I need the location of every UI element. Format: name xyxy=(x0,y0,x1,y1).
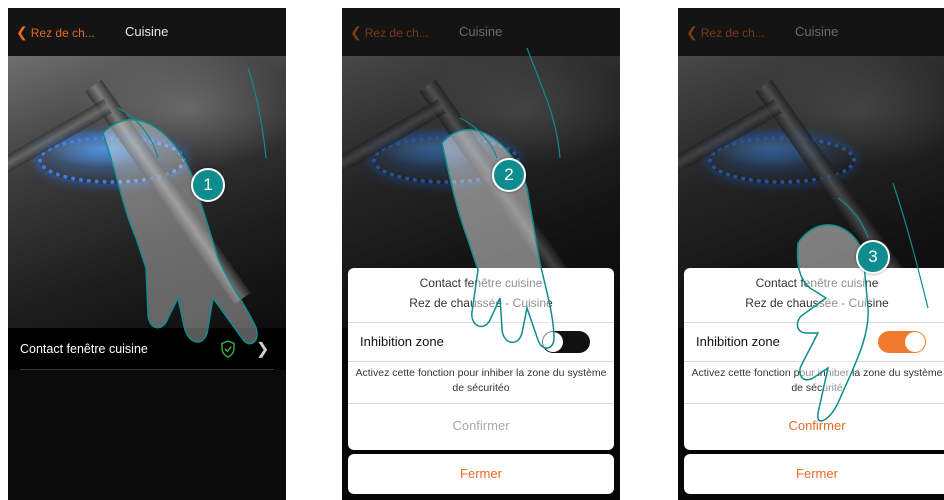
phone-screen-2: ❮ Rez de ch... Cuisine Contact fenêtre cu… xyxy=(342,8,620,500)
close-button[interactable]: Fermer xyxy=(684,454,944,494)
step-number-badge: 3 xyxy=(856,240,890,274)
close-button[interactable]: Fermer xyxy=(348,454,614,494)
inhibition-dialog: Contact fenêtre cuisine Rez de chaussée … xyxy=(348,268,614,450)
phone-screen-3: ❮ Rez de ch... Cuisine Contact fenêtre cu… xyxy=(678,8,944,500)
page-title: Cuisine xyxy=(795,24,839,39)
toggle-knob xyxy=(543,332,563,352)
toggle-knob xyxy=(905,332,925,352)
shield-icon xyxy=(221,340,235,358)
chevron-left-icon: ❮ xyxy=(16,24,28,40)
step-number-badge: 1 xyxy=(191,168,225,202)
dialog-subtitle: Rez de chaussée - Cuisine xyxy=(745,296,889,310)
chevron-left-icon: ❮ xyxy=(350,24,362,40)
divider xyxy=(348,403,614,404)
toggle-label: Inhibition zone xyxy=(360,334,444,349)
back-label: Rez de ch... xyxy=(364,26,429,40)
confirm-button[interactable]: Confirmer xyxy=(684,418,944,433)
inhibition-row: Inhibition zone xyxy=(684,322,944,362)
top-bar: ❮ Rez de ch... Cuisine xyxy=(8,8,286,56)
chevron-right-icon[interactable]: ❯ xyxy=(256,339,269,359)
dialog-subtitle: Rez de chaussée - Cuisine xyxy=(409,296,553,310)
back-label: Rez de ch... xyxy=(30,26,95,40)
inhibition-row: Inhibition zone xyxy=(348,322,614,362)
top-bar: ❮ Rez de ch... Cuisine xyxy=(342,8,620,56)
page-title: Cuisine xyxy=(125,24,169,39)
dialog-title: Contact fenêtre cuisine xyxy=(419,276,543,290)
page-title: Cuisine xyxy=(459,24,503,39)
divider xyxy=(684,403,944,404)
back-button[interactable]: ❮ Rez de ch... xyxy=(686,24,765,41)
toggle-label: Inhibition zone xyxy=(696,334,780,349)
chevron-left-icon: ❮ xyxy=(686,24,698,40)
device-row[interactable]: Contact fenêtre cuisine ❯ xyxy=(8,328,286,370)
top-bar: ❮ Rez de ch... Cuisine xyxy=(678,8,944,56)
back-button[interactable]: ❮ Rez de ch... xyxy=(350,24,429,41)
dialog-description: Activez cette fonction pour inhiber la z… xyxy=(355,367,607,394)
back-label: Rez de ch... xyxy=(700,26,765,40)
room-photo xyxy=(8,56,286,328)
step-number-badge: 2 xyxy=(492,158,526,192)
confirm-button[interactable]: Confirmer xyxy=(348,418,614,433)
divider xyxy=(20,369,274,370)
dialog-title: Contact fenêtre cuisine xyxy=(755,276,879,290)
back-button[interactable]: ❮ Rez de ch... xyxy=(16,24,95,41)
device-label: Contact fenêtre cuisine xyxy=(20,342,148,356)
dialog-description: Activez cette fonction pour inhiber la z… xyxy=(691,367,943,394)
inhibition-toggle[interactable] xyxy=(542,331,590,353)
phone-screen-1: ❮ Rez de ch... Cuisine Contact fenêtre cu… xyxy=(8,8,286,500)
inhibition-dialog: Contact fenêtre cuisine Rez de chaussée … xyxy=(684,268,944,450)
inhibition-toggle[interactable] xyxy=(878,331,926,353)
